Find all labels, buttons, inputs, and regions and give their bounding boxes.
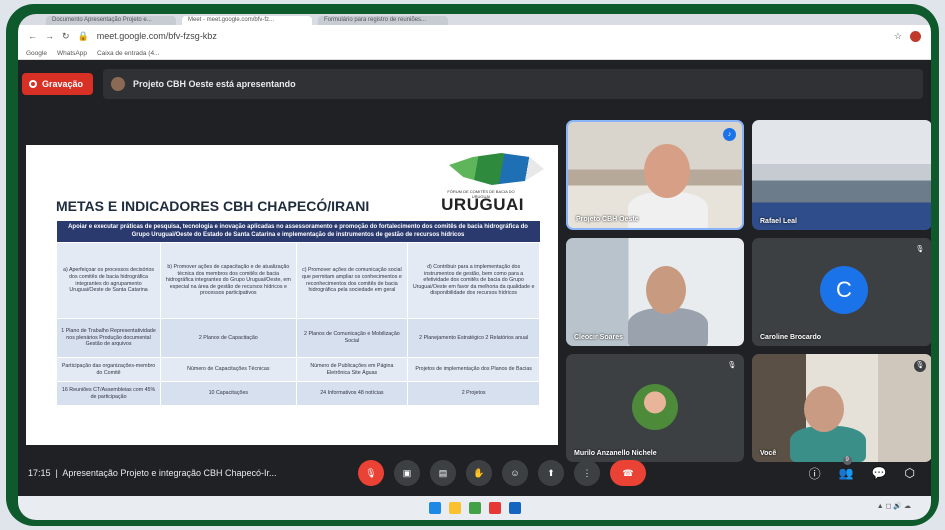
participant-name: Projeto CBH Oeste [576,216,639,223]
mic-toggle-button[interactable]: 🎙 [358,460,384,486]
table-cell: d) Contribuir para a implementação dos i… [407,242,540,319]
table-cell: 16 Reuniões CT/Assembleias com 45% de pa… [55,381,162,406]
back-icon[interactable]: ← [28,31,37,41]
table-cell: Projetos de implementação dos Planos de … [407,357,540,382]
participant-tile[interactable]: 🎙 Você [752,354,931,462]
recording-badge[interactable]: Gravação [22,73,94,95]
call-controls: 🎙 ▣ ▤ ✋ ☺ ⬆ ⋮ ☎ [358,460,646,486]
meeting-info: 17:15 | Apresentação Projeto e integraçã… [28,468,277,478]
captions-button[interactable]: ▤ [430,460,456,486]
participant-count-badge: 9 [842,456,852,465]
device-frame: Documento Apresentação Projeto e... Meet… [6,4,939,526]
presenter-avatar [111,77,126,91]
word-icon[interactable] [508,502,521,514]
start-icon[interactable] [428,502,441,514]
chrome-icon[interactable] [468,502,481,514]
participant-tile[interactable]: Rafael Leal [752,120,931,230]
presenting-text: Projeto CBH Oeste está apresentando [133,79,296,89]
meet-stage: Gravação Projeto CBH Oeste está apresent… [18,60,931,520]
table-row: a) Aperfeiçoar os processos decisórios d… [55,242,540,319]
mic-off-icon: 🎙 [914,244,926,256]
table-cell: c) Promover ações de comunicação social … [295,242,409,319]
participant-tile[interactable]: 🎙 Murilo Anzanello Nichele [566,354,744,462]
side-controls: ⓘ 👥 9 💬 ⬡ [809,456,921,482]
presentation-slide: FÓRUM DE COMITÊS DE BACIA DO URUGUAI URU… [26,145,558,445]
table-cell: Número de Publicações em Página Eletrôni… [295,357,409,382]
chat-icon[interactable]: 💬 [872,466,887,480]
mic-off-icon: 🎙 [914,360,926,372]
table-header: Apoiar e executar práticas de pesquisa, … [56,221,540,243]
table-cell: Número de Capacitações Técnicas [160,357,297,382]
present-button[interactable]: ⬆ [538,460,564,486]
region-map-graphic [449,153,544,185]
leave-call-button[interactable]: ☎ [610,460,646,486]
meet-controls-bar: 17:15 | Apresentação Projeto e integraçã… [18,450,931,496]
participant-name: Rafael Leal [760,218,797,225]
table-cell: 2 Planejamento Estratégico 2 Relatórios … [407,318,540,358]
participant-tile[interactable]: ♪ Projeto CBH Oeste [566,120,744,230]
people-icon[interactable]: 👥 9 [839,456,854,480]
table-cell: 2 Planos de Comunicação e Mobilização So… [295,318,409,358]
speaking-icon: ♪ [723,128,736,141]
lock-icon: 🔒 [77,30,89,41]
participant-face [644,144,690,198]
avatar: C [820,266,868,314]
browser-tab-active[interactable]: Meet - meet.google.com/bfv-fz... [182,16,312,25]
system-tray: ▲ ◻ 🔊 ☁ [876,503,911,510]
more-options-button[interactable]: ⋮ [574,460,600,486]
url-field[interactable]: meet.google.com/bfv-fzsg-kbz [97,31,886,41]
activities-icon[interactable]: ⬡ [905,466,915,480]
table-row: 16 Reuniões CT/Assembleias com 45% de pa… [55,381,540,406]
file-explorer-icon[interactable] [448,502,461,514]
participant-tile[interactable]: 🎙 C Caroline Brocardo [752,238,931,346]
record-icon [29,80,37,88]
os-taskbar: ▲ ◻ 🔊 ☁ [18,496,931,520]
reload-icon[interactable]: ↻ [62,31,70,42]
screen: Documento Apresentação Projeto e... Meet… [18,14,931,520]
mic-off-icon: 🎙 [726,360,738,372]
app-icon[interactable] [488,502,501,514]
table-row: Participação das organizações-membro do … [55,357,540,382]
bookmark-whatsapp[interactable]: WhatsApp [57,50,87,57]
presenting-banner: Projeto CBH Oeste está apresentando [103,69,924,99]
table-cell: Participação das organizações-membro do … [55,357,162,382]
meet-top-bar: Gravação Projeto CBH Oeste está apresent… [18,66,931,102]
profile-icon[interactable] [910,30,921,42]
browser-tab-strip: Documento Apresentação Projeto e... Meet… [18,14,931,25]
clock: 17:15 [28,468,51,478]
table-cell: 1 Plano de Trabalho Representatividade n… [55,318,162,358]
table-cell: 24 Informativos 48 notícias [295,381,409,406]
participant-name: Cleocir Soares [574,334,624,341]
raise-hand-button[interactable]: ✋ [466,460,492,486]
address-bar: ← → ↻ 🔒 meet.google.com/bfv-fzsg-kbz ☆ [18,25,931,47]
browser-tab[interactable]: Formulário para registro de reuniões... [318,16,448,25]
table-row: 1 Plano de Trabalho Representatividade n… [55,318,540,358]
info-icon[interactable]: ⓘ [809,465,821,482]
table-cell: a) Aperfeiçoar os processos decisórios d… [55,242,162,319]
camera-toggle-button[interactable]: ▣ [394,460,420,486]
table-cell: 2 Projetos [407,381,540,406]
table-cell: 2 Planos de Capacitação [160,318,297,358]
browser-tab[interactable]: Documento Apresentação Projeto e... [46,16,176,25]
table-cell: b) Promover ações de capacitação e de at… [160,242,297,319]
star-icon[interactable]: ☆ [894,31,902,42]
participant-face [646,266,686,314]
uruguai-logo: FÓRUM DE COMITÊS DE BACIA DO URUGUAI URU… [441,149,544,214]
bookmarks-bar: Google WhatsApp Caixa de entrada (4... [18,47,931,60]
slide-title: METAS E INDICADORES CBH CHAPECÓ/IRANI [56,198,370,214]
avatar [632,384,678,430]
participant-name: Caroline Brocardo [760,334,822,341]
logo-word: URUGUAI [441,195,524,214]
meeting-title: Apresentação Projeto e integração CBH Ch… [62,468,277,478]
bookmark-google[interactable]: Google [26,50,47,57]
recording-label: Gravação [42,79,84,89]
participant-tile[interactable]: Cleocir Soares [566,238,744,346]
reactions-button[interactable]: ☺ [502,460,528,486]
table-cell: 10 Capacitações [160,381,297,406]
forward-icon[interactable]: → [45,31,54,41]
participant-face [804,386,844,432]
goals-table: Apoiar e executar práticas de pesquisa, … [55,221,540,406]
bookmark-gmail[interactable]: Caixa de entrada (4... [97,50,160,57]
